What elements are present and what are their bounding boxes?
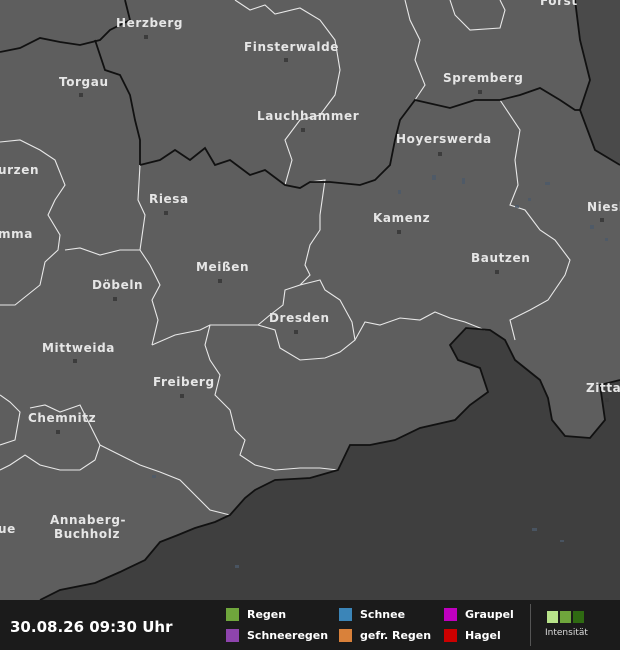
legend-item-hagel: Hagel: [444, 629, 501, 642]
city-label-meissen: Meißen: [196, 260, 249, 274]
intensity-label: Intensität: [545, 628, 588, 638]
city-label-niesky: Niesk: [587, 200, 620, 214]
swatch-regen: [226, 608, 239, 621]
legend-label-regen: Regen: [247, 608, 287, 621]
legend-label-schneeregen: Schneeregen: [247, 629, 329, 642]
city-label-finsterwalde: Finsterwalde: [244, 40, 339, 54]
city-label-freiberg: Freiberg: [153, 375, 215, 389]
radar-map-app: Herzberg Forst Finsterwalde Torgau Sprem…: [0, 0, 620, 650]
city-label-riesa: Riesa: [149, 192, 189, 206]
city-label-hoyerswerda: Hoyerswerda: [396, 132, 492, 146]
swatch-graupel: [444, 608, 457, 621]
legend-label-graupel: Graupel: [465, 608, 514, 621]
legend-label-hagel: Hagel: [465, 629, 501, 642]
legend-label-gefr-regen: gefr. Regen: [360, 629, 432, 642]
swatch-schnee: [339, 608, 352, 621]
intensity-swatch-high: [573, 611, 584, 623]
city-label-kamenz: Kamenz: [373, 211, 430, 225]
city-label-torgau: Torgau: [59, 75, 109, 89]
legend-item-gefr-regen: gefr. Regen: [339, 629, 431, 642]
city-label-aue: ue: [0, 522, 16, 536]
city-label-bautzen: Bautzen: [471, 251, 530, 265]
city-label-lauchhammer: Lauchhammer: [257, 109, 359, 123]
city-label-herzberg: Herzberg: [116, 16, 183, 30]
city-label-buchholz: Buchholz: [54, 527, 120, 541]
city-label-forst: Forst: [540, 0, 578, 8]
city-label-zittau: Zitta: [586, 381, 620, 395]
city-label-annaberg: Annaberg-: [50, 513, 126, 527]
intensity-swatch-mid: [560, 611, 571, 623]
radar-map[interactable]: Herzberg Forst Finsterwalde Torgau Sprem…: [0, 0, 620, 600]
swatch-hagel: [444, 629, 457, 642]
legend-divider: [530, 604, 531, 646]
city-label-spremberg: Spremberg: [443, 71, 523, 85]
city-label-dresden: Dresden: [269, 311, 330, 325]
legend-item-schneeregen: Schneeregen: [226, 629, 328, 642]
swatch-gefr-regen: [339, 629, 352, 642]
legend-label-schnee: Schnee: [360, 608, 406, 621]
legend-item-graupel: Graupel: [444, 608, 514, 621]
timestamp: 30.08.26 09:30 Uhr: [10, 618, 173, 636]
swatch-schneeregen: [226, 629, 239, 642]
city-label-wurzen: urzen: [0, 163, 39, 177]
legend-item-regen: Regen: [226, 608, 286, 621]
city-label-mittweida: Mittweida: [42, 341, 115, 355]
city-label-grimma: mma: [0, 227, 33, 241]
city-label-chemnitz: Chemnitz: [28, 411, 96, 425]
intensity-swatch-low: [547, 611, 558, 623]
legend-bar: 30.08.26 09:30 Uhr Regen Schnee Graupel …: [0, 600, 620, 650]
legend-item-schnee: Schnee: [339, 608, 405, 621]
city-label-doebeln: Döbeln: [92, 278, 143, 292]
